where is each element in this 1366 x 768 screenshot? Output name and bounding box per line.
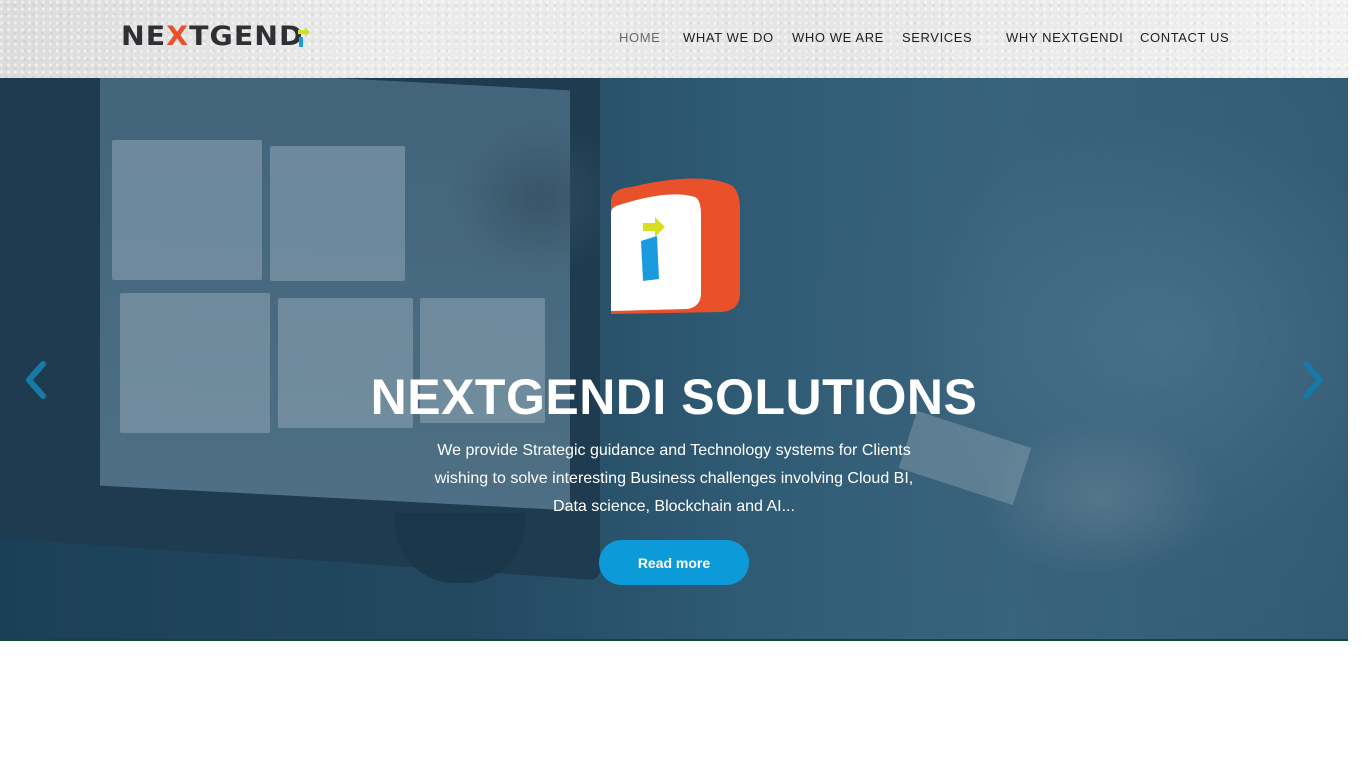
logo-wordmark: NEXTGEND bbox=[121, 20, 304, 52]
nav-contact-us[interactable]: CONTACT US bbox=[1140, 30, 1229, 45]
nav-why-nextgendi[interactable]: WHY NEXTGENDI bbox=[1006, 30, 1123, 45]
logo-i-mark-icon bbox=[297, 24, 310, 48]
site-header: NEXTGEND HOME WHAT WE DO WHO WE ARE SERV… bbox=[0, 0, 1348, 78]
hero-slider: NEXTGENDI SOLUTIONS We provide Strategic… bbox=[0, 78, 1348, 639]
read-more-button[interactable]: Read more bbox=[599, 540, 749, 585]
nav-services[interactable]: SERVICES bbox=[902, 30, 972, 45]
logo[interactable]: NEXTGEND bbox=[121, 18, 310, 54]
chevron-left-icon[interactable] bbox=[16, 360, 56, 400]
page-edge bbox=[1348, 0, 1366, 640]
hero-description: We provide Strategic guidance and Techno… bbox=[434, 442, 914, 515]
nav-who-we-are[interactable]: WHO WE ARE bbox=[792, 30, 884, 45]
nav-what-we-do[interactable]: WHAT WE DO bbox=[683, 30, 774, 45]
hero-title: NEXTGENDI SOLUTIONS bbox=[370, 369, 978, 425]
chevron-right-icon[interactable] bbox=[1293, 360, 1333, 400]
nav-home[interactable]: HOME bbox=[619, 30, 660, 45]
brand-i-logo-icon bbox=[611, 178, 740, 314]
